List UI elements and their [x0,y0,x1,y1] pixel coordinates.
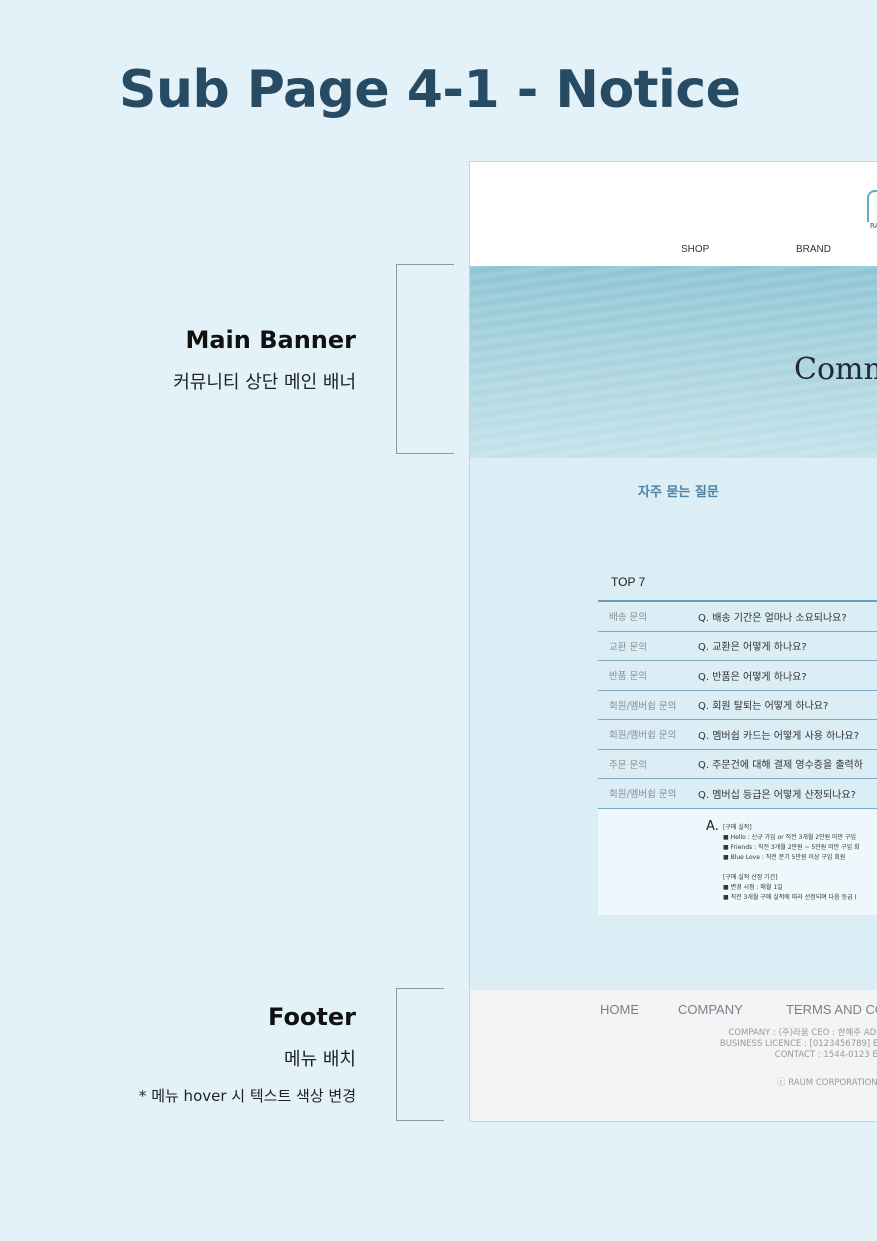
main-banner-annotation: Main Banner 커뮤니티 상단 메인 배너 [173,326,356,394]
footer-info-line: CONTACT : 1544-0123 E-MA [774,1050,877,1060]
answer-text: [구매 실적] ■ Hello : 신규 가입 or 직전 3개월 2만원 미만… [723,823,860,903]
faq-row[interactable]: 반품 문의 Q. 반품은 어떻게 하나요? [598,661,877,691]
answer-line: ■ Blue Love : 직전 분기 5만원 이상 구입 회원 [723,854,846,861]
faq-category: 반품 문의 [609,671,647,683]
faq-category: 회원/멤버쉽 문의 [609,789,677,801]
main-banner-bracket [396,264,454,454]
answer-line: ■ 직전 3개월 구매 실적에 따라 선정되며 다음 등급 ( [723,894,857,901]
faq-row[interactable]: 회원/멤버쉽 문의 Q. 멤버쉽 카드는 어떻게 사용 하나요? [598,720,877,750]
faq-row[interactable]: 배송 문의 Q. 배송 기간은 얼마나 소요되나요? [598,602,877,632]
faq-category: 배송 문의 [609,612,647,624]
footer-info-line: BUSINESS LICENCE : [0123456789] E-CO [719,1039,877,1049]
footer-annotation: Footer 메뉴 배치 * 메뉴 hover 시 텍스트 색상 변경 [139,1003,356,1106]
faq-question: Q. 멤버십 등급은 어떻게 산정되나요? [698,789,856,801]
faq-category: 회원/멤버쉽 문의 [609,700,677,712]
faq-category: 회원/멤버쉽 문의 [609,730,677,742]
nav-shop[interactable]: SHOP [681,244,709,255]
footer-nav-home[interactable]: HOME [600,1002,639,1017]
footer-nav-company[interactable]: COMPANY [678,1002,743,1017]
footer-annotation-title: Footer [268,1003,356,1031]
answer-line: ■ Friends : 직전 3개월 2만원 ~ 5만원 미만 구입 회 [723,844,860,851]
faq-list: 배송 문의 Q. 배송 기간은 얼마나 소요되나요? 교환 문의 Q. 교환은 … [598,600,877,809]
logo-text: RA [870,222,877,230]
footer-info-line: COMPANY : (주)라움 CEO : 한혜주 ADDRE [728,1028,877,1038]
faq-question: Q. 교환은 어떻게 하나요? [698,642,807,654]
faq-row[interactable]: 주문 문의 Q. 주문건에 대해 결제 영수증을 출력하 [598,750,877,779]
page-title: Sub Page 4-1 - Notice [119,60,741,120]
faq-question: Q. 멤버쉽 카드는 어떻게 사용 하나요? [698,730,860,742]
faq-row[interactable]: 회원/멤버쉽 문의 Q. 멤버십 등급은 어떻게 산정되나요? [598,779,877,809]
faq-category: 주문 문의 [609,759,647,771]
faq-question: Q. 회원 탈퇴는 어떻게 하나요? [698,701,829,713]
faq-question: Q. 주문건에 대해 결제 영수증을 출력하 [698,760,863,772]
footer-annotation-subtitle: 메뉴 배치 [284,1049,356,1070]
answer-line: ■ Hello : 신규 가입 or 직전 3개월 2만원 미만 구입 [723,834,857,841]
answer-line: ■ 변경 시점 : 매월 1일 [723,884,783,891]
faq-answer-panel: A. [구매 실적] ■ Hello : 신규 가입 or 직전 3개월 2만원… [598,809,877,915]
site-footer: HOME COMPANY TERMS AND CO COMPANY : (주)라… [470,990,877,1121]
answer-line: [구매 실적 산정 기간] [723,874,778,881]
site-header: RA SHOP BRAND [470,162,877,266]
footer-annotation-note: * 메뉴 hover 시 텍스트 색상 변경 [138,1087,356,1105]
faq-row[interactable]: 회원/멤버쉽 문의 Q. 회원 탈퇴는 어떻게 하나요? [598,691,877,720]
top7-label: TOP 7 [611,575,646,589]
faq-question: Q. 반품은 어떻게 하나요? [698,671,807,683]
faq-question: Q. 배송 기간은 얼마나 소요되나요? [698,612,847,624]
footer-company-info: COMPANY : (주)라움 CEO : 한혜주 ADDRE BUSINESS… [720,1028,877,1061]
footer-copyright: ⓒ RAUM CORPORATION. A [777,1078,877,1088]
answer-line: [구매 실적] [723,824,752,831]
footer-bracket [396,988,444,1121]
faq-row[interactable]: 교환 문의 Q. 교환은 어떻게 하나요? [598,632,877,661]
main-banner: Comm [470,266,877,458]
answer-line [723,863,860,873]
faq-category: 교환 문의 [609,641,647,653]
footer-nav-terms[interactable]: TERMS AND CO [786,1002,877,1017]
page-mockup: RA SHOP BRAND Comm 자주 묻는 질문 TOP 7 배송 문의 … [469,161,877,1122]
faq-heading[interactable]: 자주 묻는 질문 [638,481,719,500]
banner-title: Comm [794,352,877,387]
logo-icon[interactable] [867,190,877,222]
answer-mark: A. [706,819,719,834]
main-banner-annotation-title: Main Banner [185,326,356,354]
main-banner-annotation-subtitle: 커뮤니티 상단 메인 배너 [173,372,356,393]
nav-brand[interactable]: BRAND [796,244,831,255]
